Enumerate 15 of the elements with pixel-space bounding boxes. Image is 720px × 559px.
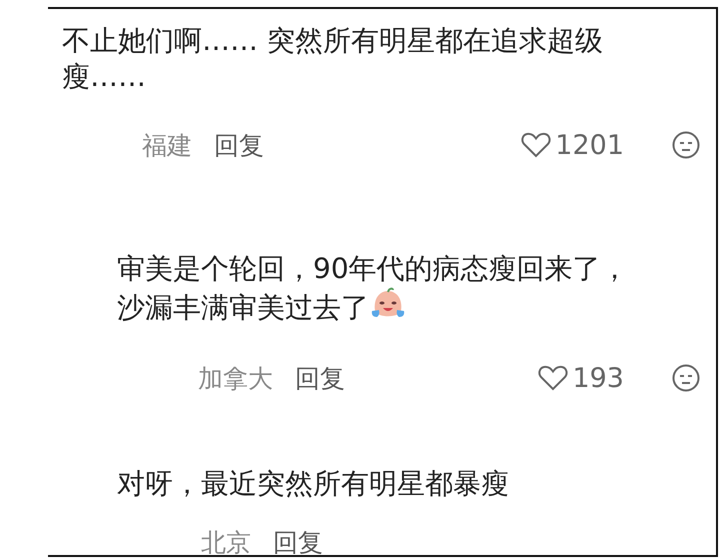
- heart-icon[interactable]: [521, 132, 552, 158]
- heart-icon[interactable]: [538, 365, 568, 391]
- location-text: 福建: [142, 130, 192, 162]
- location-text: 加拿大: [198, 362, 273, 394]
- reply-link[interactable]: 回复: [295, 362, 345, 394]
- like-count: 1201: [555, 130, 624, 160]
- reply-link[interactable]: 回复: [273, 526, 323, 558]
- reply-link[interactable]: 回复: [214, 128, 264, 162]
- like-count: 193: [572, 362, 624, 394]
- comment-text: 审美是个轮回，90年代的病态瘦回来了，沙漏丰满审美过去了: [117, 251, 630, 326]
- comment-text: 对呀，最近突然所有明星都暴瘦: [117, 466, 510, 502]
- location-text: 北京: [201, 526, 251, 558]
- face-icon[interactable]: [672, 364, 700, 392]
- comment-text: 不止她们啊…… 突然所有明星都在追求超级瘦……: [62, 23, 604, 95]
- face-icon[interactable]: [672, 131, 700, 159]
